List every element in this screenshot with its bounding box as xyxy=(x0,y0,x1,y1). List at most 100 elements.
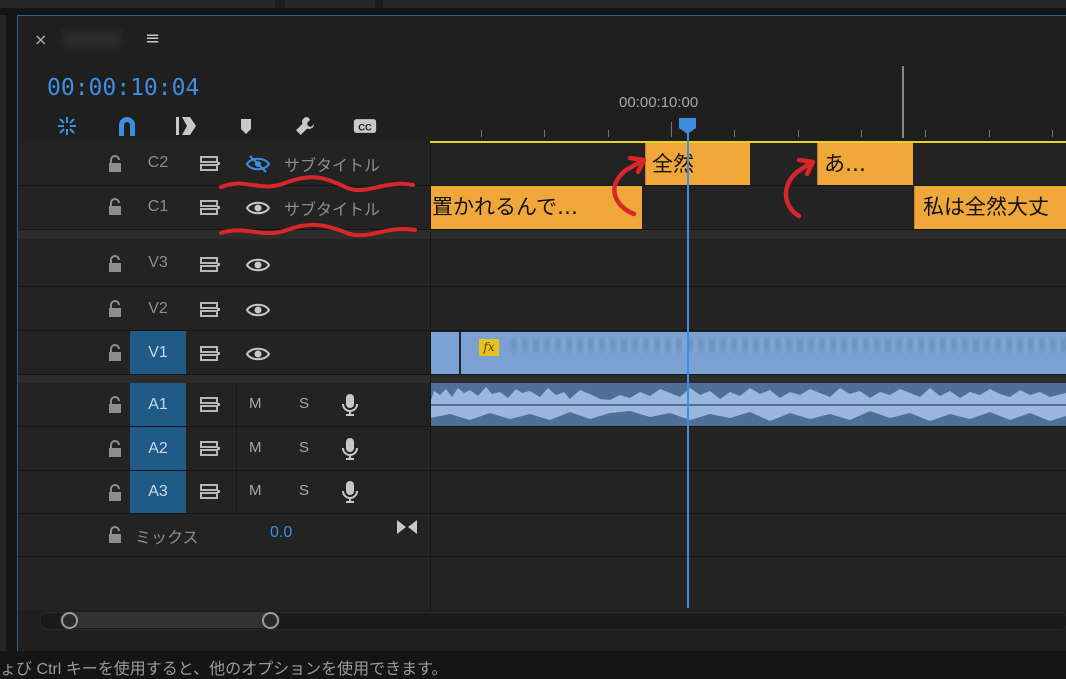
ruler-tick xyxy=(608,130,609,137)
timeline-settings-button[interactable] xyxy=(292,113,318,139)
playhead-handle[interactable] xyxy=(679,118,696,134)
mute-button[interactable]: M xyxy=(249,482,262,499)
track-name-a1[interactable]: A1 xyxy=(130,383,186,426)
track-name-a2[interactable]: A2 xyxy=(130,427,186,470)
caption-clip[interactable]: 私は全然大丈 xyxy=(914,186,1066,229)
wrench-settings-icon xyxy=(296,117,314,135)
sync-lock-icon[interactable] xyxy=(198,154,222,174)
track-header-a3[interactable]: A3 M S xyxy=(18,471,430,514)
lock-icon[interactable] xyxy=(106,198,124,216)
track-lane-mix[interactable] xyxy=(430,514,1066,557)
track-name-a3[interactable]: A3 xyxy=(130,471,186,513)
track-name-c2: C2 xyxy=(147,154,169,171)
eye-hidden-icon[interactable] xyxy=(245,154,271,174)
video-clip[interactable]: fx xyxy=(461,332,1066,374)
snap-button[interactable] xyxy=(114,113,140,139)
track-label-c2: サブタイトル xyxy=(284,158,381,175)
linked-selection-button[interactable] xyxy=(173,113,199,139)
track-name-v2[interactable]: V2 xyxy=(130,300,186,318)
go-to-edit-point-icon[interactable] xyxy=(396,519,418,535)
track-lane-v3[interactable] xyxy=(430,239,1066,287)
track-name-v1[interactable]: V1 xyxy=(130,331,186,374)
track-lane-a2[interactable] xyxy=(430,427,1066,471)
microphone-icon[interactable] xyxy=(341,393,359,417)
solo-button[interactable]: S xyxy=(299,439,309,456)
nest-sequence-button[interactable] xyxy=(54,113,80,139)
caption-clip[interactable]: 置かれるんで… xyxy=(430,186,642,229)
playhead-timecode[interactable]: 00:00:10:04 xyxy=(47,75,199,101)
track-header-v2[interactable]: V2 xyxy=(18,287,430,331)
nest-sequence-icon xyxy=(58,117,76,135)
sync-lock-icon[interactable] xyxy=(198,395,222,415)
horizontal-scrollbar-thumb[interactable] xyxy=(60,612,280,628)
panel-menu-button[interactable]: ≡ xyxy=(145,28,160,49)
lock-icon[interactable] xyxy=(106,155,124,173)
sync-lock-icon[interactable] xyxy=(198,439,222,459)
playhead-line[interactable] xyxy=(687,128,689,608)
track-header-v1[interactable]: V1 xyxy=(18,331,430,375)
video-clip[interactable] xyxy=(430,332,459,374)
empty-lane-area[interactable] xyxy=(430,557,1066,610)
track-lane-v1[interactable]: fx xyxy=(430,331,1066,375)
sync-lock-icon[interactable] xyxy=(198,482,222,502)
mute-button[interactable]: M xyxy=(249,395,262,412)
lock-icon[interactable] xyxy=(106,300,124,318)
track-header-c2[interactable]: C2 サブタイトル xyxy=(18,143,430,186)
lock-icon[interactable] xyxy=(106,440,124,458)
sync-lock-icon[interactable] xyxy=(198,344,222,364)
lock-icon[interactable] xyxy=(106,255,124,273)
add-marker-button[interactable] xyxy=(233,113,259,139)
sync-lock-icon[interactable] xyxy=(198,300,222,320)
status-bar-hint: ょび Ctrl キーを使用すると、他のオプションを使用できます。 xyxy=(0,661,448,678)
track-lane-c1[interactable]: 置かれるんで… 私は全然大丈 xyxy=(430,186,1066,230)
zoom-handle-left[interactable] xyxy=(61,612,78,629)
eye-icon[interactable] xyxy=(245,198,271,218)
eye-icon[interactable] xyxy=(245,344,271,364)
lock-icon[interactable] xyxy=(106,396,124,414)
track-name-v3[interactable]: V3 xyxy=(130,254,186,272)
track-lane-a3[interactable] xyxy=(430,471,1066,514)
ruler-tick xyxy=(861,130,862,137)
lock-icon[interactable] xyxy=(106,526,124,544)
caption-clip[interactable]: 全然 xyxy=(645,143,750,185)
time-ruler[interactable] xyxy=(430,60,1066,142)
linked-selection-icon xyxy=(176,117,196,135)
audio-waveform[interactable] xyxy=(430,383,1066,426)
solo-button[interactable]: S xyxy=(299,482,309,499)
top-tab-segment xyxy=(0,0,275,8)
track-lane-v2[interactable] xyxy=(430,287,1066,331)
track-header-v3[interactable]: V3 xyxy=(18,239,430,287)
empty-header-area xyxy=(18,557,430,610)
track-lane-a1[interactable] xyxy=(430,383,1066,427)
mix-volume-value[interactable]: 0.0 xyxy=(270,524,292,542)
sync-lock-icon[interactable] xyxy=(198,255,222,275)
mute-button[interactable]: M xyxy=(249,439,262,456)
lock-icon[interactable] xyxy=(106,484,124,502)
header-lane-divider xyxy=(430,143,431,610)
top-tab-segment xyxy=(285,0,375,8)
top-tab-segment xyxy=(383,0,1066,8)
eye-icon[interactable] xyxy=(245,255,271,275)
track-header-a1[interactable]: A1 M S xyxy=(18,383,430,427)
solo-button[interactable]: S xyxy=(299,395,309,412)
ruler-tick xyxy=(798,130,799,137)
track-lane-c2[interactable]: 全然 あ… xyxy=(430,143,1066,186)
track-group-divider[interactable] xyxy=(18,230,1066,239)
caption-clip[interactable]: あ… xyxy=(817,143,913,185)
zoom-handle-right[interactable] xyxy=(262,612,279,629)
track-name-c1: C1 xyxy=(147,198,169,215)
close-tab-button[interactable]: × xyxy=(34,30,50,50)
track-header-mix[interactable]: ミックス 0.0 xyxy=(18,514,430,557)
microphone-icon[interactable] xyxy=(341,437,359,461)
sync-lock-icon[interactable] xyxy=(198,198,222,218)
track-group-divider[interactable] xyxy=(18,375,1066,383)
track-header-c1[interactable]: C1 サブタイトル xyxy=(18,186,430,230)
track-header-a2[interactable]: A2 M S xyxy=(18,427,430,471)
eye-icon[interactable] xyxy=(245,300,271,320)
lock-icon[interactable] xyxy=(106,344,124,362)
captions-button[interactable]: CC xyxy=(352,113,378,139)
microphone-icon[interactable] xyxy=(341,480,359,504)
sequence-name-blurred[interactable] xyxy=(62,30,122,48)
ruler-tick xyxy=(671,122,672,137)
fx-badge[interactable]: fx xyxy=(479,339,499,356)
